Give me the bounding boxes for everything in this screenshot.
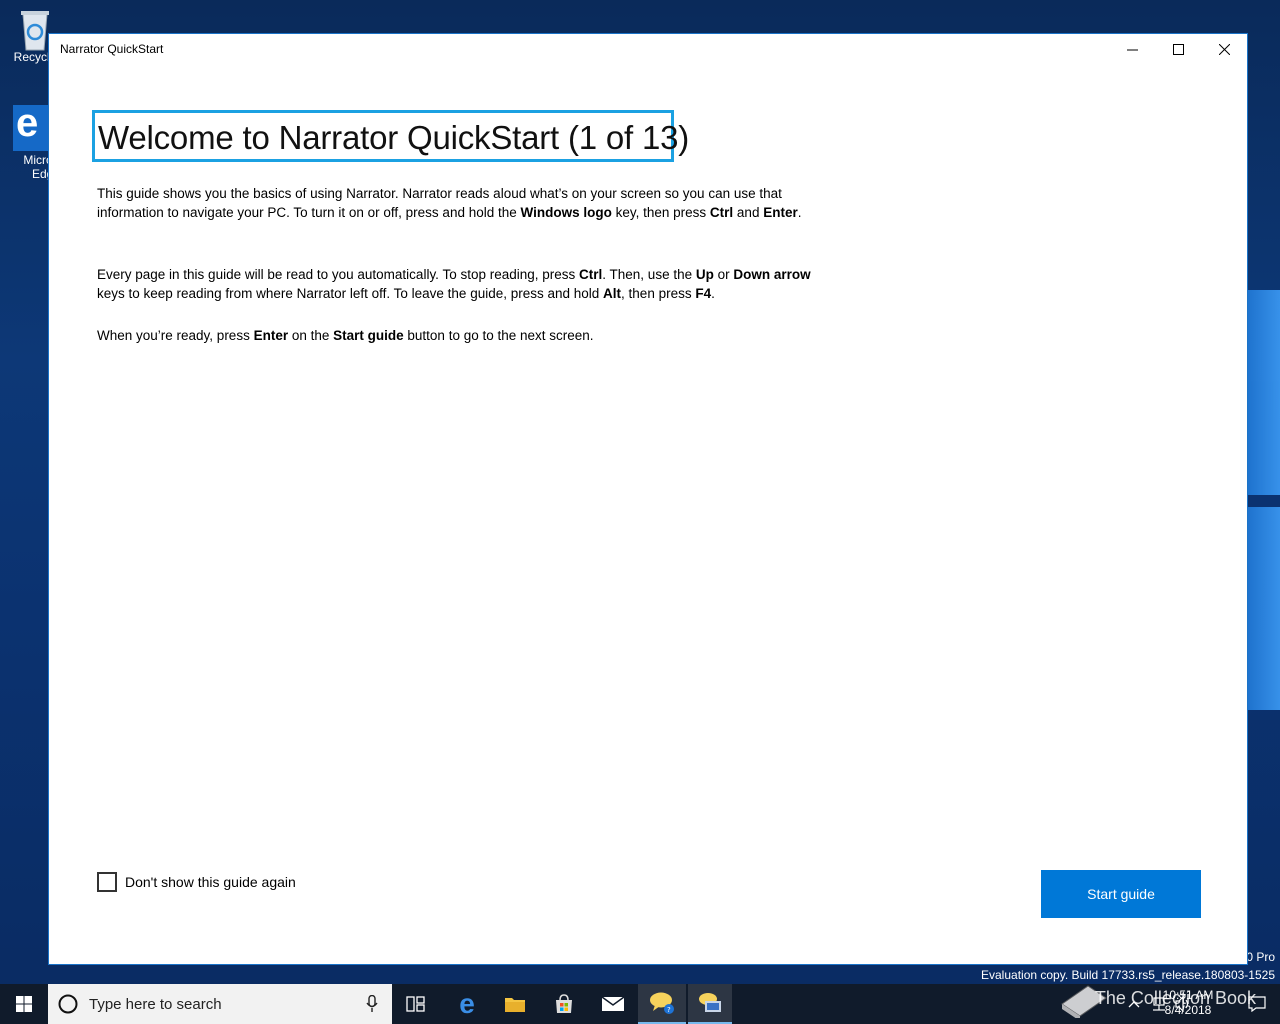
mail-icon — [601, 996, 625, 1011]
reading-paragraph: Every page in this guide will be read to… — [97, 267, 811, 301]
task-view-button[interactable] — [394, 984, 438, 1024]
task-view-icon — [406, 996, 425, 1012]
page-title: Welcome to Narrator QuickStart (1 of 13) — [92, 110, 689, 162]
folder-icon — [505, 998, 525, 1012]
close-button[interactable] — [1201, 34, 1247, 65]
microphone-icon[interactable] — [366, 995, 378, 1013]
intro-paragraph: This guide shows you the basics of using… — [97, 186, 802, 220]
minimize-button[interactable] — [1109, 34, 1155, 65]
taskbar-file-explorer[interactable] — [491, 984, 539, 1024]
taskbar-narrator-quickstart[interactable]: ? — [638, 984, 686, 1024]
dont-show-again-option[interactable]: Don't show this guide again — [97, 872, 296, 892]
narrator-icon — [699, 993, 721, 1012]
taskbar-narrator[interactable] — [688, 984, 732, 1024]
search-input[interactable]: Type here to search — [89, 996, 222, 1013]
ready-paragraph: When you’re ready, press Enter on the St… — [97, 328, 594, 343]
cortana-icon — [58, 994, 78, 1014]
watermark-line2: Evaluation copy. Build 17733.rs5_release… — [981, 968, 1275, 982]
clock-date: 8/4/2018 — [1164, 1003, 1212, 1017]
edge-icon: e — [13, 101, 49, 151]
taskbar-store[interactable] — [540, 984, 588, 1024]
taskbar-edge[interactable]: e — [443, 984, 491, 1024]
taskbar-search[interactable]: Type here to search — [48, 984, 392, 1024]
close-icon — [1218, 44, 1230, 55]
windows-logo-icon — [16, 996, 32, 1012]
dont-show-again-label: Don't show this guide again — [125, 874, 296, 890]
maximize-icon — [1172, 44, 1184, 55]
system-tray: The Collection Book 10:51 AM 8/4/2018 — [1030, 984, 1280, 1024]
minimize-icon — [1126, 49, 1138, 51]
start-guide-button[interactable]: Start guide — [1041, 870, 1201, 918]
edge-taskbar-icon: e — [459, 988, 475, 1019]
watermark-line1: 0 Pro — [1246, 950, 1275, 964]
clock[interactable]: 10:51 AM 8/4/2018 — [1158, 988, 1218, 1018]
svg-text:?: ? — [667, 1006, 671, 1014]
narrator-chat-icon: ? — [650, 992, 674, 1014]
action-center-icon[interactable] — [1248, 996, 1266, 1012]
taskbar-mail[interactable] — [589, 984, 637, 1024]
title-bar[interactable]: Narrator QuickStart — [49, 34, 1247, 65]
dont-show-again-checkbox[interactable] — [97, 872, 117, 892]
taskbar: Type here to search e ? The Collection B… — [0, 984, 1280, 1024]
store-icon — [556, 994, 572, 1013]
start-button[interactable] — [0, 984, 48, 1024]
maximize-button[interactable] — [1155, 34, 1201, 65]
narrator-quickstart-window: Narrator QuickStart Welcome to Narrator … — [48, 33, 1248, 965]
window-title: Narrator QuickStart — [60, 42, 164, 56]
caption-buttons — [1109, 34, 1247, 65]
clock-time: 10:51 AM — [1162, 988, 1214, 1002]
